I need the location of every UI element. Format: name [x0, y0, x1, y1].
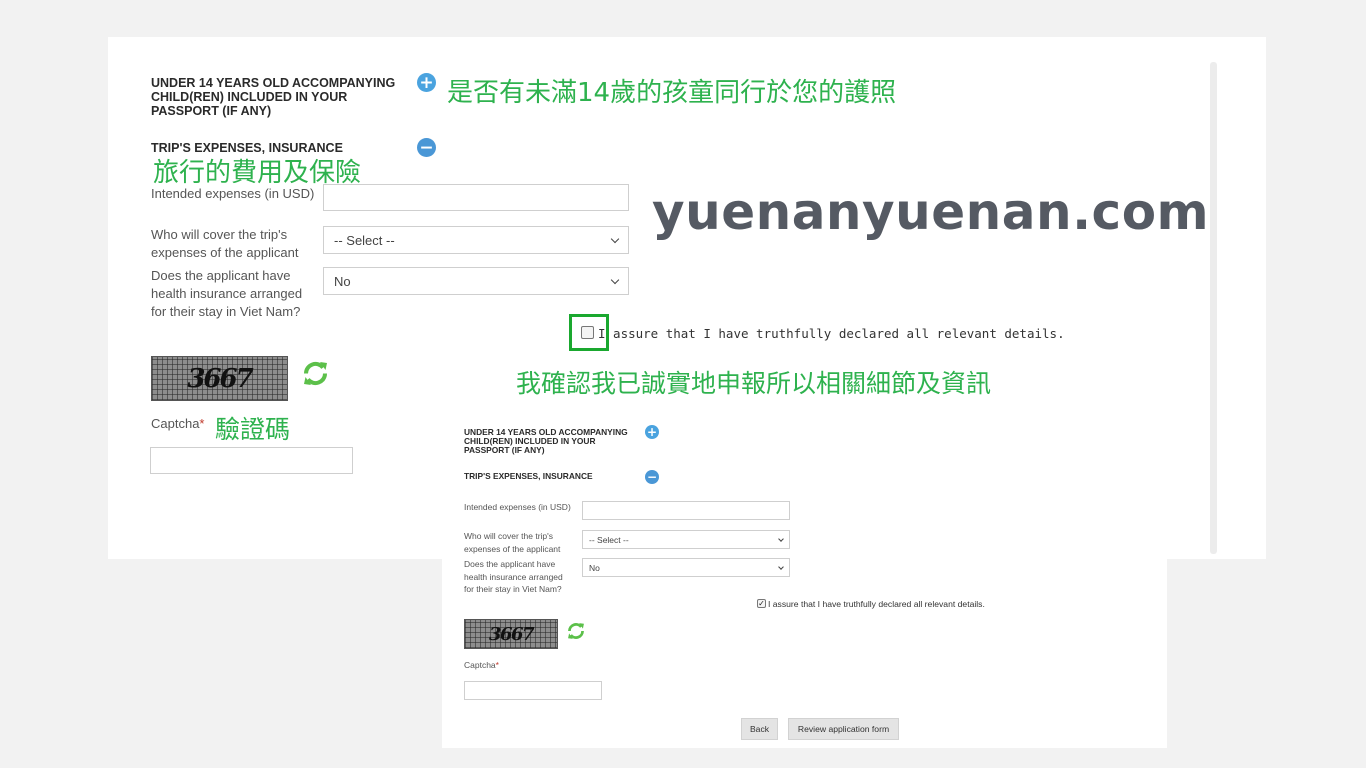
captcha-input[interactable] [464, 681, 602, 700]
cover-expenses-select[interactable]: -- Select -- [323, 226, 629, 254]
section-title-children: UNDER 14 YEARS OLD ACCOMPANYING CHILD(RE… [464, 427, 628, 456]
insurance-select[interactable]: No [582, 558, 790, 577]
captcha-text: 3667 [187, 363, 253, 394]
insurance-select[interactable]: No [323, 267, 629, 295]
required-asterisk: * [495, 660, 499, 670]
insurance-value: No [334, 273, 351, 289]
assure-label: I assure that I have truthfully declared… [768, 599, 985, 609]
annotation-assure-zh: 我確認我已誠實地申報所以相關細節及資訊 [516, 369, 992, 398]
scrollbar[interactable] [1210, 62, 1217, 554]
assure-checkbox[interactable] [581, 326, 594, 339]
captcha-image: 3667 [151, 356, 288, 401]
captcha-text: 3667 [488, 623, 535, 645]
intended-expenses-label: Intended expenses (in USD) [151, 186, 315, 201]
assure-label: I assure that I have truthfully declared… [598, 326, 1065, 341]
captcha-label: Captcha* [464, 660, 499, 670]
cover-expenses-value: -- Select -- [334, 232, 395, 248]
watermark: yuenanyuenan.com [652, 183, 1210, 241]
required-asterisk: * [199, 416, 205, 431]
intended-expenses-input[interactable] [582, 501, 790, 520]
cover-expenses-select[interactable]: -- Select -- [582, 530, 790, 549]
intended-expenses-input[interactable] [323, 184, 629, 211]
section-title-children: UNDER 14 YEARS OLD ACCOMPANYING CHILD(RE… [151, 76, 396, 118]
refresh-icon[interactable] [301, 359, 330, 388]
cover-expenses-label: Who will cover the trip's expenses of th… [464, 531, 561, 554]
annotation-children-zh: 是否有未滿14歲的孩童同行於您的護照 [447, 78, 897, 108]
insurance-value: No [589, 562, 600, 573]
minus-circle-icon[interactable]: − [645, 470, 659, 484]
minus-circle-icon[interactable]: − [417, 138, 436, 158]
intended-expenses-label: Intended expenses (in USD) [464, 502, 571, 512]
plus-circle-icon[interactable]: + [645, 425, 659, 439]
assure-checkbox[interactable]: ✓ [757, 599, 766, 608]
review-application-button[interactable]: Review application form [788, 718, 899, 740]
chevron-down-icon [778, 535, 784, 542]
insurance-label: Does the applicant have health insurance… [151, 268, 303, 319]
insurance-label: Does the applicant have health insurance… [464, 559, 563, 594]
cover-expenses-label: Who will cover the trip's expenses of th… [151, 227, 299, 260]
annotation-captcha-zh: 驗證碼 [215, 415, 291, 444]
back-button[interactable]: Back [741, 718, 778, 740]
chevron-down-icon [778, 563, 784, 570]
refresh-icon[interactable] [566, 621, 586, 641]
plus-circle-icon[interactable]: + [417, 73, 436, 93]
captcha-input[interactable] [150, 447, 353, 474]
captcha-label: Captcha* [151, 416, 205, 431]
cover-expenses-value: -- Select -- [589, 534, 629, 545]
captcha-image: 3667 [464, 619, 558, 649]
chevron-down-icon [610, 234, 620, 243]
section-title-expenses: TRIP'S EXPENSES, INSURANCE [464, 471, 593, 481]
chevron-down-icon [610, 275, 620, 284]
